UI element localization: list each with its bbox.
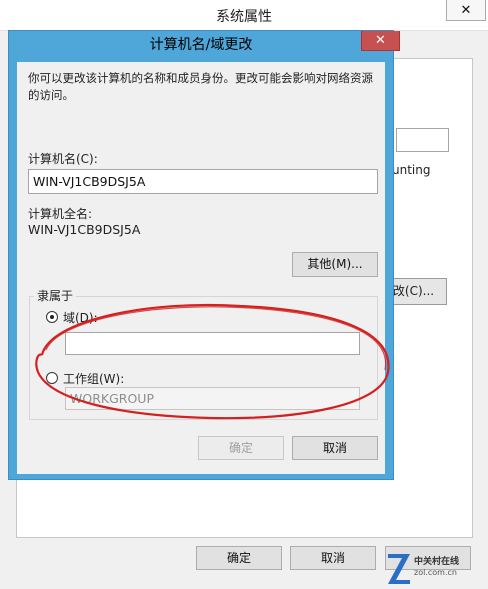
member-of-legend: 隶属于 (34, 287, 77, 304)
workgroup-radio[interactable] (46, 372, 58, 384)
workgroup-label: 工作组(W): (63, 372, 125, 386)
close-icon[interactable]: ✕ (361, 31, 400, 51)
zol-logo-icon (388, 554, 410, 584)
watermark-line1: 中关村在线 (414, 557, 460, 567)
system-properties-titlebar: 系统属性 ✕ (0, 0, 488, 31)
full-computer-name-label: 计算机全名: (28, 207, 93, 221)
cancel-button[interactable]: 取消 (292, 436, 378, 460)
dialog-description: 你可以更改该计算机的名称和成员身份。更改可能会影响对网络资源的访问。 (28, 71, 373, 102)
domain-input[interactable] (65, 332, 360, 355)
full-computer-name-value: WIN-VJ1CB9DSJ5A (28, 222, 141, 237)
zol-watermark: 中关村在线 zol.com.cn (386, 548, 486, 588)
system-properties-title: 系统属性 (216, 9, 272, 25)
computer-name-label: 计算机名(C): (28, 152, 98, 166)
more-button[interactable]: 其他(M)... (292, 252, 378, 277)
ok-button[interactable]: 确定 (198, 436, 284, 460)
background-partial-text: unting (392, 163, 431, 177)
background-ok-button[interactable]: 确定 (196, 546, 282, 570)
close-icon[interactable]: ✕ (446, 0, 486, 21)
watermark-line2: zol.com.cn (414, 568, 457, 577)
domain-radio[interactable] (46, 311, 58, 323)
workgroup-input[interactable]: WORKGROUP (65, 387, 360, 410)
computer-name-input[interactable]: WIN-VJ1CB9DSJ5A (28, 169, 378, 194)
background-cancel-button[interactable]: 取消 (290, 546, 376, 570)
domain-label: 域(D): (63, 311, 98, 325)
dialog-title: 计算机名/域更改 (149, 37, 253, 53)
background-text-field (396, 128, 449, 152)
